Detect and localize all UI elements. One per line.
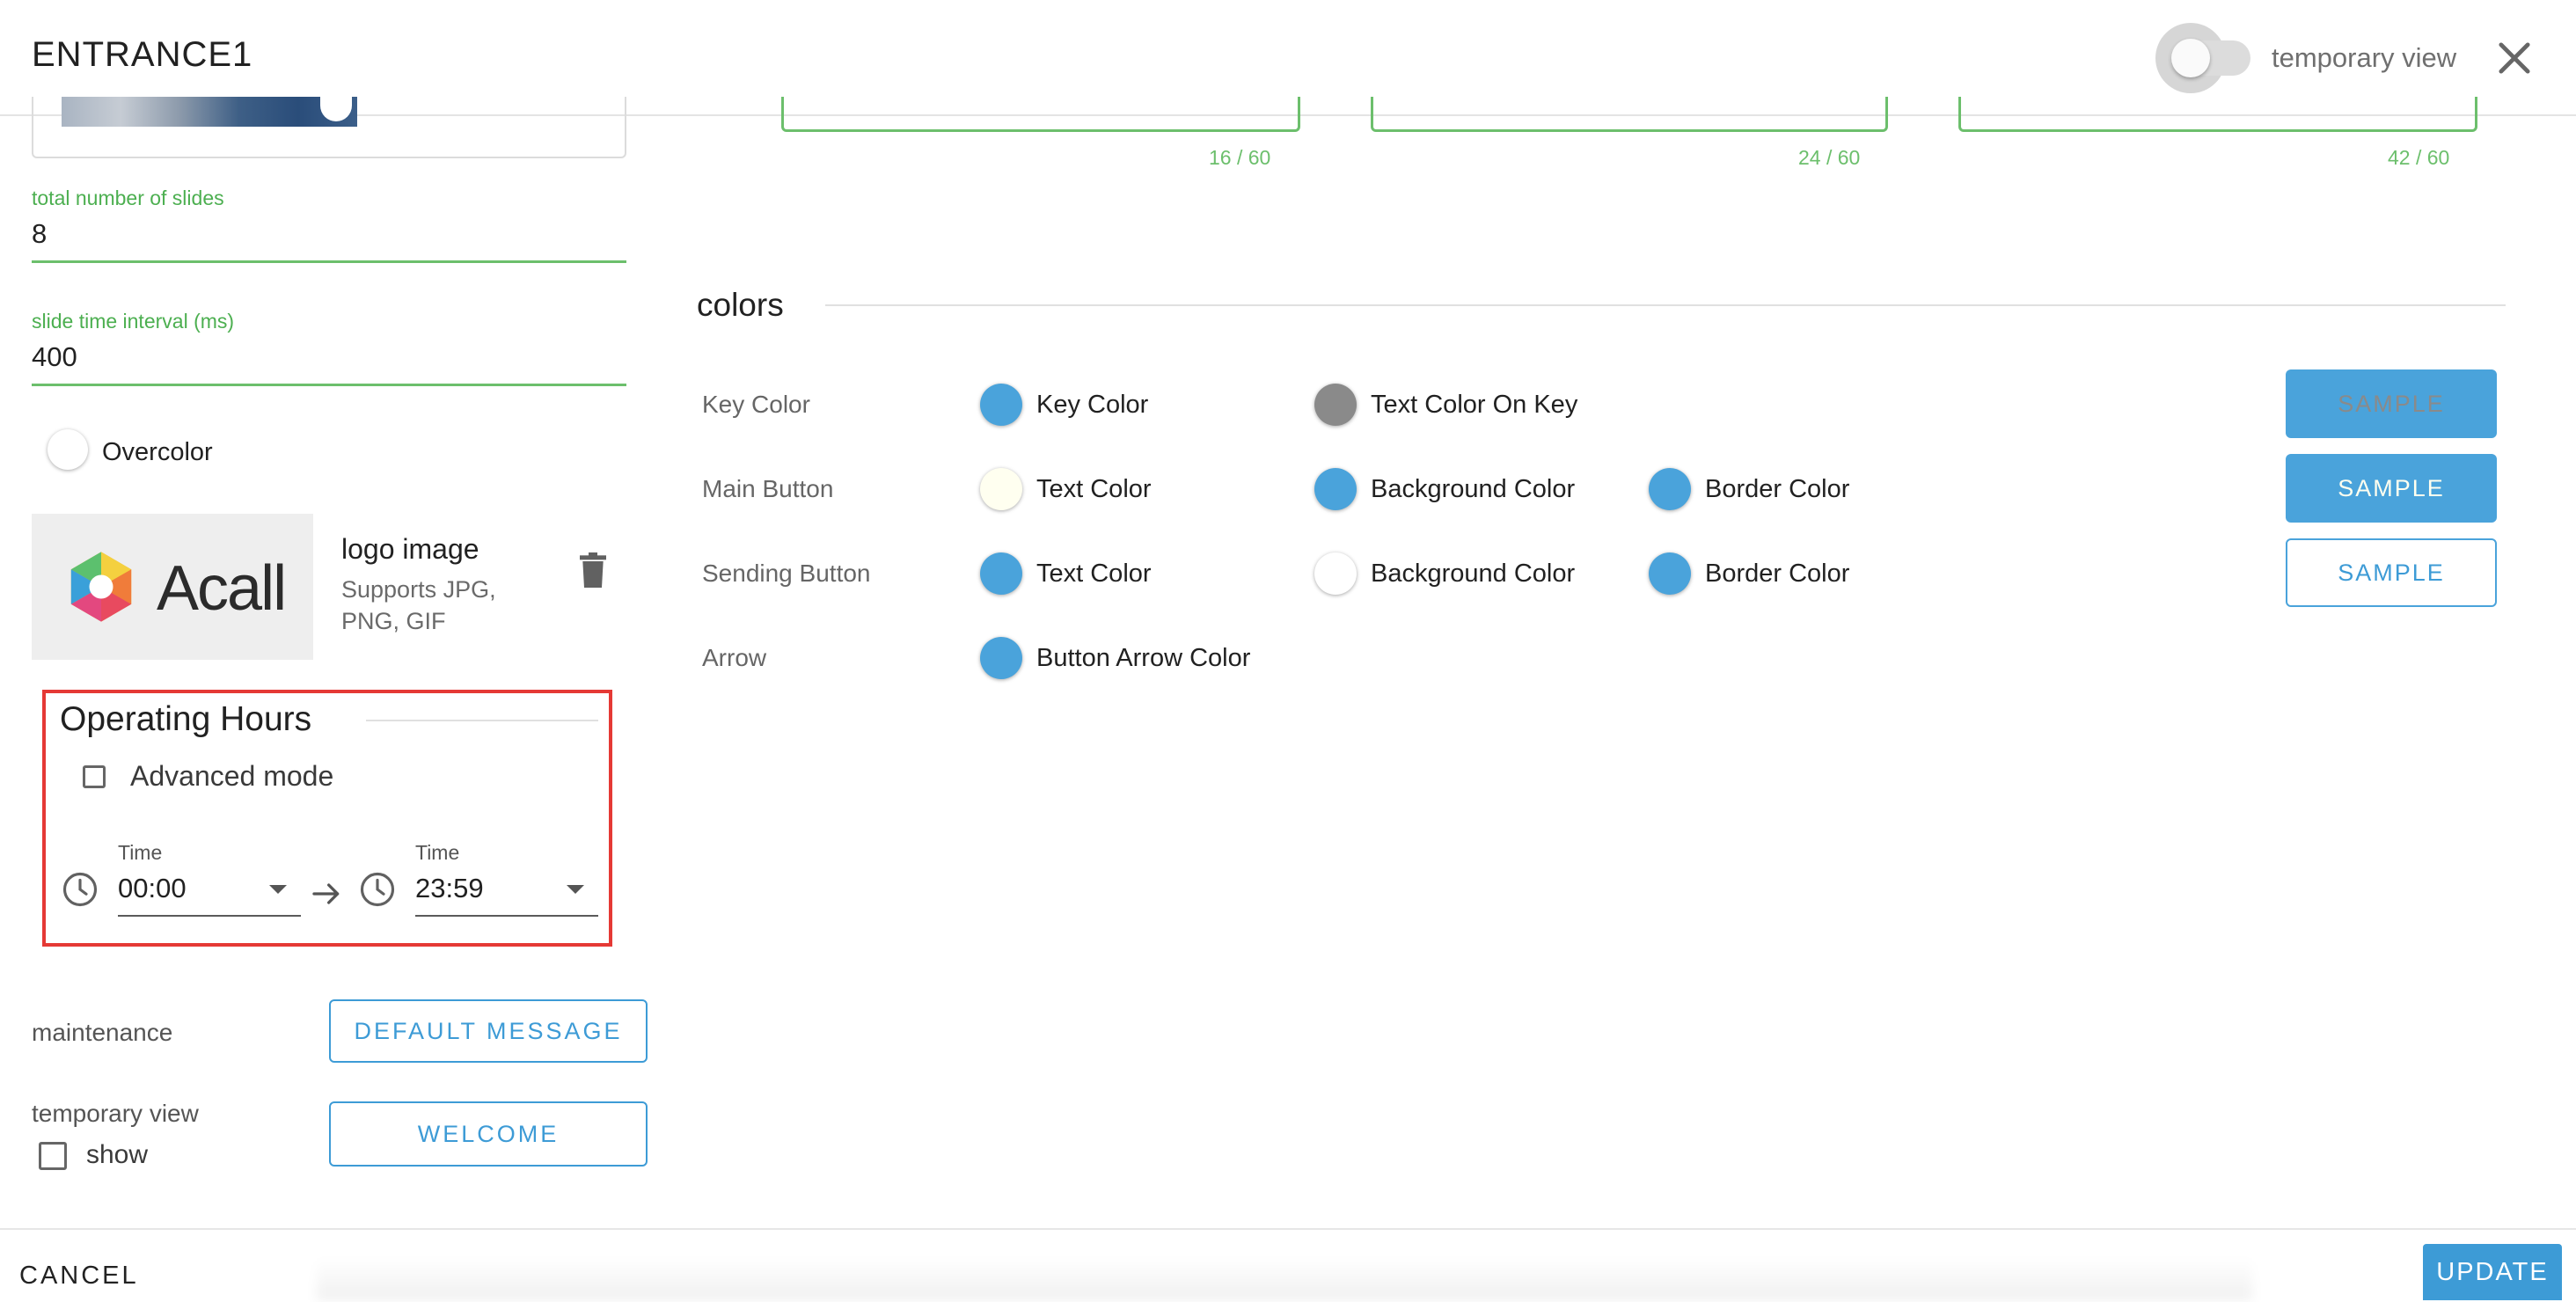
key-color-swatch[interactable] [980,384,1022,426]
textarea-char-count: 24 / 60 [1798,146,1861,169]
sending-button-sample[interactable]: SAMPLE [2286,538,2497,607]
trash-icon[interactable] [575,551,611,589]
key-color-swatch-label: Key Color [1036,391,1149,419]
main-border-color-label: Border Color [1705,475,1850,503]
colors-section-title: colors [697,287,784,323]
close-icon[interactable] [2492,35,2537,81]
total-slides-underline [32,260,626,263]
chevron-down-icon[interactable] [567,885,584,894]
message-textarea[interactable] [781,97,1300,132]
logo-image-title: logo image [341,533,479,565]
show-checkbox[interactable] [39,1142,67,1170]
logo-supported-formats: Supports JPG, PNG, GIF [341,576,496,634]
overcolor-label: Overcolor [102,438,213,466]
update-button[interactable]: UPDATE [2423,1244,2562,1300]
main-border-color-swatch[interactable] [1649,468,1691,510]
acall-logo-icon [70,552,132,622]
operating-hours-divider [366,720,598,721]
footer-shadow [317,1258,2252,1300]
main-text-color-label: Text Color [1036,475,1152,503]
temporary-view-section-label: temporary view [32,1100,199,1127]
clock-icon [360,872,395,907]
logo-brand-text: Acall [157,553,287,624]
main-text-color-swatch[interactable] [980,468,1022,510]
arrow-right-icon [312,883,340,904]
sending-background-color-swatch[interactable] [1314,552,1357,595]
show-label: show [86,1140,149,1169]
message-textarea[interactable] [1958,97,2477,132]
chevron-down-icon[interactable] [269,885,287,894]
textarea-char-count: 42 / 60 [2388,146,2450,169]
message-textarea[interactable] [1371,97,1888,132]
slide-interval-label: slide time interval (ms) [32,310,235,333]
end-time-select[interactable]: 23:59 [415,873,484,904]
end-time-label: Time [415,841,460,864]
button-arrow-color-label: Button Arrow Color [1036,644,1251,672]
slide-interval-underline [32,384,626,386]
textarea-char-count: 16 / 60 [1209,146,1271,169]
row-label-key-color: Key Color [702,391,810,418]
dialog-title: ENTRANCE1 [32,35,253,74]
advanced-mode-checkbox[interactable] [83,765,106,788]
welcome-button[interactable]: WELCOME [329,1101,648,1167]
row-label-arrow: Arrow [702,644,767,671]
key-color-sample-button[interactable]: SAMPLE [2286,369,2497,438]
start-time-select[interactable]: 00:00 [118,873,187,904]
sending-text-color-swatch[interactable] [980,552,1022,595]
text-color-on-key-label: Text Color On Key [1371,391,1578,419]
total-slides-input[interactable]: 8 [32,218,47,250]
clock-icon [62,872,98,907]
maintenance-label: maintenance [32,1019,173,1046]
toggle-knob[interactable] [2171,39,2210,77]
text-color-on-key-swatch[interactable] [1314,384,1357,426]
sending-border-color-label: Border Color [1705,560,1850,588]
advanced-mode-label: Advanced mode [130,760,334,792]
sending-background-color-label: Background Color [1371,560,1576,588]
sending-border-color-swatch[interactable] [1649,552,1691,595]
slide-interval-input[interactable]: 400 [32,341,77,373]
end-time-underline [415,915,598,917]
main-background-color-label: Background Color [1371,475,1576,503]
temporary-view-label: temporary view [2272,42,2457,73]
main-button-sample[interactable]: SAMPLE [2286,454,2497,523]
slide-preview-image [62,97,357,127]
total-slides-label: total number of slides [32,187,224,209]
row-label-sending-button: Sending Button [702,560,871,587]
default-message-button[interactable]: DEFAULT MESSAGE [329,999,648,1063]
start-time-label: Time [118,841,163,864]
cancel-button[interactable]: CANCEL [19,1262,139,1291]
main-background-color-swatch[interactable] [1314,468,1357,510]
row-label-main-button: Main Button [702,475,834,502]
overcolor-swatch[interactable] [48,429,88,470]
button-arrow-color-swatch[interactable] [980,637,1022,679]
start-time-underline [118,915,301,917]
colors-divider [825,304,2506,306]
sending-text-color-label: Text Color [1036,560,1152,588]
operating-hours-title: Operating Hours [60,700,312,738]
